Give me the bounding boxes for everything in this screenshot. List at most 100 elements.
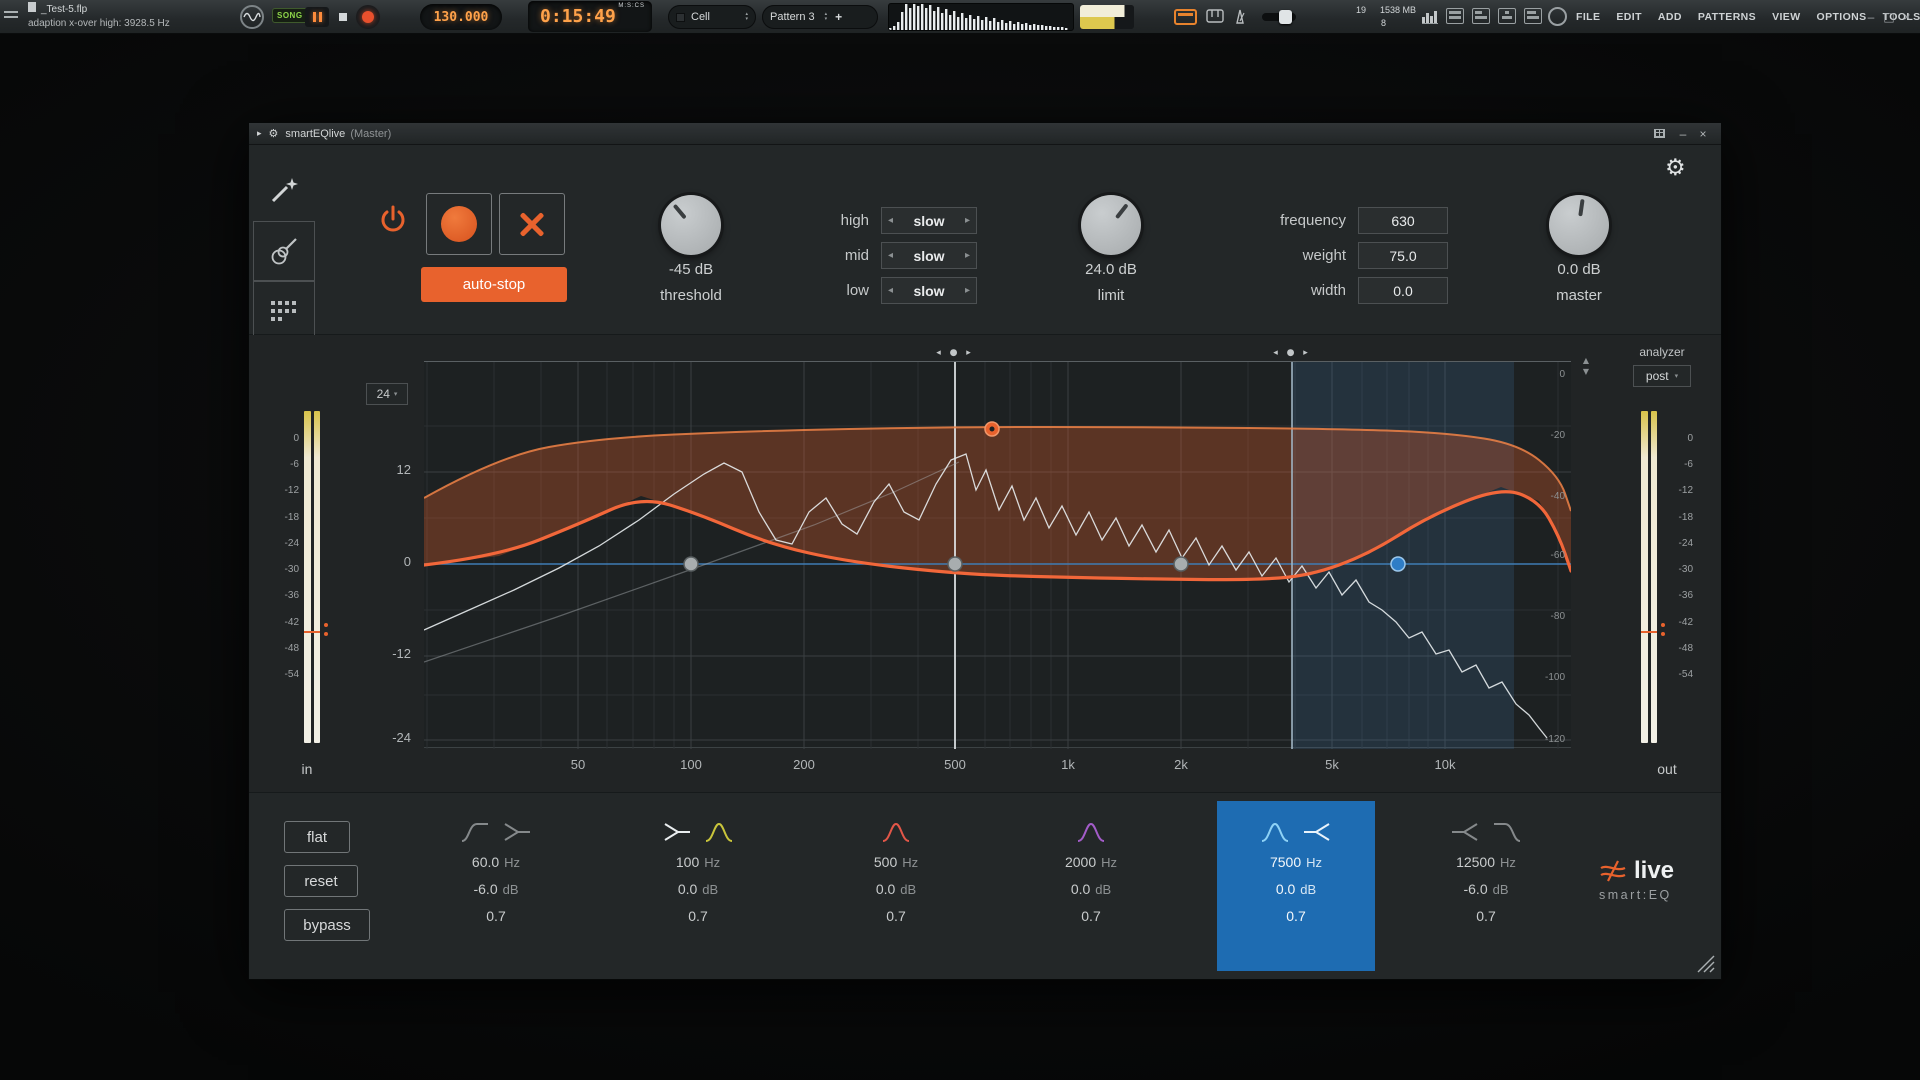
band-q: 0.7 bbox=[1081, 908, 1100, 924]
master-volume-slider[interactable] bbox=[1262, 13, 1296, 21]
prev-icon[interactable]: ◂ bbox=[888, 250, 893, 261]
master-knob[interactable] bbox=[1549, 195, 1609, 255]
threshold-label: threshold bbox=[631, 283, 751, 309]
maximize-button[interactable]: □ bbox=[1880, 10, 1898, 24]
browser-icon[interactable] bbox=[1524, 8, 1542, 24]
next-icon[interactable]: ▸ bbox=[965, 215, 970, 226]
frequency-field[interactable]: 630 bbox=[1358, 207, 1448, 234]
midi-icon[interactable] bbox=[1206, 8, 1224, 29]
plugin-minimize-button[interactable]: – bbox=[1673, 127, 1693, 141]
tempo-display[interactable]: 130.000 bbox=[420, 4, 502, 30]
minimize-button[interactable]: – bbox=[1862, 10, 1880, 24]
eq-band-3[interactable]: 500Hz 0.0dB 0.7 bbox=[817, 801, 975, 971]
smarteq-plugin-window: ▸ ⚙ smartEQlive (Master) – × bbox=[248, 122, 1722, 980]
time-display[interactable]: M:S:CS 0:15:49 bbox=[528, 1, 652, 32]
piano-roll-icon[interactable] bbox=[1472, 8, 1490, 24]
file-info-panel[interactable]: _Test-5.flp adaption x-over high: 3928.5… bbox=[28, 2, 234, 32]
cell-spinner[interactable]: ▴▾ bbox=[745, 12, 748, 22]
menu-options[interactable]: OPTIONS bbox=[1817, 11, 1867, 23]
playlist-icon[interactable] bbox=[1446, 8, 1464, 24]
prev-icon[interactable]: ◂ bbox=[888, 285, 893, 296]
add-pattern-button[interactable]: + bbox=[835, 10, 842, 24]
eq-node[interactable] bbox=[1391, 557, 1405, 571]
pause-button[interactable] bbox=[305, 7, 329, 27]
settings-gear-icon[interactable]: ⚙ bbox=[1665, 155, 1686, 181]
bell-icon[interactable] bbox=[704, 819, 734, 845]
main-visualizer[interactable] bbox=[888, 3, 1074, 31]
close-button[interactable]: × bbox=[1898, 10, 1916, 24]
sync-icon[interactable] bbox=[1548, 7, 1567, 26]
eq-band-5-selected[interactable]: 7500Hz 0.0dB 0.7 bbox=[1217, 801, 1375, 971]
eq-plot-svg[interactable] bbox=[424, 362, 1571, 749]
oscilloscope-icon[interactable] bbox=[240, 5, 264, 29]
slope-selector[interactable]: 24 ▾ bbox=[366, 383, 408, 405]
bell-icon[interactable] bbox=[881, 819, 911, 845]
crossover-right-icon[interactable] bbox=[662, 819, 692, 845]
learning-power-button[interactable] bbox=[379, 205, 407, 237]
menu-view[interactable]: VIEW bbox=[1772, 11, 1800, 23]
speed-low-selector[interactable]: ◂ slow ▸ bbox=[881, 277, 977, 304]
crossover-handle-high[interactable]: ◂ ● ▸ bbox=[1273, 348, 1311, 358]
prev-icon[interactable]: ◂ bbox=[888, 215, 893, 226]
crossover-right-icon[interactable] bbox=[502, 819, 532, 845]
bypass-button[interactable]: bypass bbox=[284, 909, 370, 941]
lowpass-icon[interactable] bbox=[1492, 819, 1522, 845]
eq-node[interactable] bbox=[684, 557, 698, 571]
bell-icon[interactable] bbox=[1076, 819, 1106, 845]
bell-icon[interactable] bbox=[1260, 819, 1290, 845]
menu-patterns[interactable]: PATTERNS bbox=[1698, 11, 1756, 23]
menu-add[interactable]: ADD bbox=[1658, 11, 1682, 23]
threshold-knob[interactable] bbox=[661, 195, 721, 255]
metronome-icon[interactable] bbox=[1232, 8, 1248, 30]
menu-file[interactable]: FILE bbox=[1576, 11, 1600, 23]
eq-band-4[interactable]: 2000Hz 0.0dB 0.7 bbox=[1012, 801, 1170, 971]
eq-node[interactable] bbox=[948, 557, 962, 571]
plugin-close-button[interactable]: × bbox=[1693, 127, 1713, 141]
crossover-left-icon[interactable] bbox=[1302, 819, 1332, 845]
next-icon[interactable]: ▸ bbox=[965, 250, 970, 261]
discard-profile-button[interactable] bbox=[499, 193, 565, 255]
record-button[interactable] bbox=[356, 5, 380, 29]
tab-profile[interactable] bbox=[253, 161, 315, 219]
menu-edit[interactable]: EDIT bbox=[1616, 11, 1642, 23]
detailed-settings-icon[interactable] bbox=[1654, 129, 1665, 138]
stop-button[interactable] bbox=[334, 9, 352, 25]
flat-button[interactable]: flat bbox=[284, 821, 350, 853]
song-mode-button[interactable]: SONG bbox=[272, 8, 308, 23]
speed-high-selector[interactable]: ◂ slow ▸ bbox=[881, 207, 977, 234]
plugin-titlebar[interactable]: ▸ ⚙ smartEQlive (Master) – × bbox=[249, 123, 1721, 145]
eq-band-6[interactable]: 12500Hz -6.0dB 0.7 bbox=[1407, 801, 1565, 971]
crossover-handle-low[interactable]: ◂ ● ▸ bbox=[936, 348, 974, 358]
grid-icon bbox=[269, 298, 299, 324]
crossover-left-icon[interactable] bbox=[1450, 819, 1480, 845]
weight-field[interactable]: 75.0 bbox=[1358, 242, 1448, 269]
auto-stop-button[interactable]: auto-stop bbox=[421, 267, 567, 302]
output-meter-scale: 0-6 -12-18 -24-30 -36-42 -48-54 bbox=[1667, 433, 1693, 680]
main-menu-icon[interactable] bbox=[4, 8, 24, 26]
record-profile-button[interactable] bbox=[426, 193, 492, 255]
reset-button[interactable]: reset bbox=[284, 865, 358, 897]
scale-up-icon: ▲ bbox=[1579, 355, 1593, 366]
tab-instrument[interactable] bbox=[253, 221, 315, 281]
eq-node[interactable] bbox=[1174, 557, 1188, 571]
width-field[interactable]: 0.0 bbox=[1358, 277, 1448, 304]
highpass-icon[interactable] bbox=[460, 819, 490, 845]
output-peak-marker bbox=[1641, 631, 1657, 633]
pattern-selector[interactable]: Pattern 3 ▴▾ + bbox=[762, 5, 878, 29]
cell-selector[interactable]: Cell ▴▾ bbox=[668, 5, 756, 29]
next-icon[interactable]: ▸ bbox=[965, 285, 970, 296]
eq-plot-area[interactable]: ◂ ● ▸ ◂ ● ▸ bbox=[424, 361, 1571, 748]
tab-grouping[interactable] bbox=[253, 281, 315, 341]
typing-keyboard-icon[interactable] bbox=[1174, 9, 1197, 25]
mixer-icon[interactable] bbox=[1498, 8, 1516, 24]
band-q: 0.7 bbox=[886, 908, 905, 924]
resize-handle[interactable] bbox=[1696, 954, 1716, 974]
collapse-icon[interactable]: ▸ bbox=[257, 129, 262, 139]
band-q: 0.7 bbox=[486, 908, 505, 924]
speed-mid-selector[interactable]: ◂ slow ▸ bbox=[881, 242, 977, 269]
eq-band-2[interactable]: 100Hz 0.0dB 0.7 bbox=[619, 801, 777, 971]
pattern-spinner[interactable]: ▴▾ bbox=[825, 12, 828, 22]
eq-band-1[interactable]: 60.0Hz -6.0dB 0.7 bbox=[417, 801, 575, 971]
scale-adjust-buttons[interactable]: ▲▼ bbox=[1579, 355, 1593, 377]
limit-knob[interactable] bbox=[1081, 195, 1141, 255]
